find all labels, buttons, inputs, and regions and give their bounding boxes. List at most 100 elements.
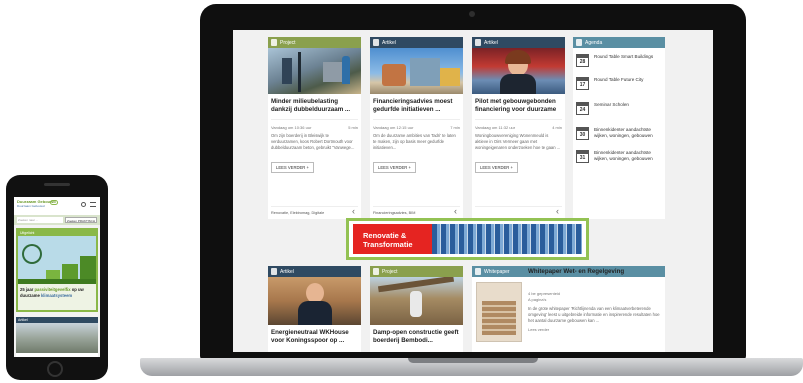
banner-ad[interactable]: Renovatie & Transformatie [353,224,582,254]
document-icon [271,39,277,46]
calendar-icon: 31 [576,150,589,163]
calendar-icon: 28 [576,54,589,67]
card-excerpt: Om de duurzame ambities van Tadri' te la… [373,133,456,150]
card-read-time: 4 min [552,125,562,130]
card-image[interactable] [370,48,463,94]
product-showcase: Project Minder milieubelasting dankzij d… [0,0,803,383]
document-icon [271,268,277,275]
article-card[interactable]: Project Minder milieubelasting dankzij d… [268,37,361,219]
article-card[interactable]: Artikel Financieringsadvies moest gedurf… [370,37,463,219]
agenda-item-title[interactable]: Round Table Future City [594,77,643,83]
agenda-item[interactable]: 28 Round Table Smart Buildings [573,50,665,73]
phone-article-card[interactable]: Artikel [16,317,98,357]
card-tags: Renovatie, Elektromag, Digitale [271,206,358,216]
card-title[interactable]: Minder milieubelasting dankzij dubbelduu… [268,94,361,116]
laptop-screen: Project Minder milieubelasting dankzij d… [233,30,713,352]
whitepaper-meta-2: A pagina's [528,296,547,302]
article-card[interactable]: Artikel Pilot met gebouwgebonden financi… [472,37,565,219]
promo-text-4: op [71,287,77,292]
card-meta: Vandaag om 12:15 uur 7 min [373,119,460,130]
calendar-icon: 30 [576,127,589,140]
card-type-label: Whitepaper [484,268,510,275]
card-date: Vandaag om 12:15 uur [373,125,414,130]
search-icon[interactable] [81,202,86,207]
card-image[interactable] [268,48,361,94]
renovation-banner[interactable]: Renovatie & Transformatie [346,218,589,260]
agenda-item-title[interactable]: Round Table Smart Buildings [594,54,653,60]
share-icon[interactable] [352,206,358,216]
calendar-icon [576,39,582,46]
document-icon [475,268,481,275]
smartphone: Duurzaam Gebouwd Duurzaam Gebouwd Zoeken… [6,175,108,380]
whitepaper-details: Whitepaper Wet- en Regelgeving 4 be gepr… [526,268,665,347]
whitepaper-cover[interactable] [476,282,522,342]
whitepaper-title[interactable]: Whitepaper Wet- en Regelgeving [528,268,661,275]
card-meta: Vandaag om 10:36 uur 5 min [271,119,358,130]
agenda-item[interactable]: 30 Binnenkidenter aandachtste wijken, wo… [573,121,665,146]
read-more-button[interactable]: LEES VERDER + [475,162,518,173]
search-input[interactable]: Zoeken naar ... [17,217,63,223]
card-title[interactable]: Pilot met gebouwgebonden financiering vo… [472,94,565,116]
promo-text-3: gevelfix [54,287,72,292]
share-icon[interactable] [556,206,562,216]
document-icon [373,268,379,275]
whitepaper-body: Whitepaper Wet- en Regelgeving 4 be gepr… [472,268,665,347]
tag-list[interactable]: Financieringsadvies, BIM [373,211,415,215]
cover-building-image [482,301,516,335]
menu-icon[interactable] [90,202,96,207]
card-type-header: Project [268,37,361,48]
promo-text-6: klimaatsysteem [39,292,73,298]
card-type-header: Artikel [370,37,463,48]
promo-text-1: 25 jaar [20,287,35,292]
featured-section[interactable]: Uitgelicht 25 jaar passiviteitgevelfix o… [16,228,98,312]
agenda-header: Agenda [573,37,665,48]
camera-icon [469,11,475,17]
agenda-item[interactable]: 31 Binnenkidenter aandachtste wijken, wo… [573,146,665,169]
card-type-label: Project [280,39,296,46]
article-card[interactable]: Project Damp-open constructie geeft boer… [370,266,463,352]
search-button[interactable]: Zoeken PRAKTISCH [64,217,97,223]
laptop-base-notch [408,358,538,363]
card-type-label: Artikel [382,39,396,46]
phone-search-bar: Zoeken naar ... Zoeken PRAKTISCH [14,215,100,225]
banner-line-1: Renovatie & [363,231,407,240]
phone-header: Duurzaam Gebouwd Duurzaam Gebouwd [14,197,100,215]
card-date: Vandaag om 11:32 uur [475,125,516,130]
card-title[interactable]: Energieneutraal WKHouse voor Koningsspoo… [268,325,361,347]
banner-building-image [432,224,582,254]
phone-speaker [44,183,70,186]
card-type-label: Artikel [484,39,498,46]
whitepaper-card[interactable]: Whitepaper Whitepaper Wet- en Regelgevin… [472,266,665,352]
home-button[interactable] [47,361,63,377]
card-date: Vandaag om 10:36 uur [271,125,312,130]
card-type-header: Project [370,266,463,277]
read-more-button[interactable]: LEES VERDER + [373,162,416,173]
agenda-item[interactable]: 24 Seminar Scholen [573,96,665,121]
agenda-item-title[interactable]: Binnenkidenter aandachtste wijken, wonin… [594,150,662,162]
agenda-item[interactable]: 17 Round Table Future City [573,73,665,96]
tag-list[interactable]: Renovatie, Elektromag, Digitale [271,211,324,215]
card-type-header: Artikel [268,266,361,277]
logo-badge-icon [50,200,58,205]
card-type-header: Artikel [472,37,565,48]
agenda-item-title[interactable]: Binnenkidenter aandachtste wijken, wonin… [594,127,662,139]
card-tags: Financieringsadvies, BIM [373,206,460,216]
agenda-item-title[interactable]: Seminar Scholen [594,102,629,108]
document-icon [475,39,481,46]
card-read-time: 5 min [348,125,358,130]
card-title[interactable]: Financieringsadvies moest gedurfde initi… [370,94,463,116]
promo-text: 25 jaar passiviteitgevelfix op uw duurza… [18,284,96,298]
card-title[interactable]: Damp-open constructie geeft boerderij Be… [370,325,463,347]
article-card[interactable]: Artikel Energieneutraal WKHouse voor Kon… [268,266,361,352]
read-more-button[interactable]: LEES VERDER + [271,162,314,173]
whitepaper-read-more[interactable]: Lees verder [528,327,661,333]
card-image[interactable] [370,277,463,325]
share-icon[interactable] [454,206,460,216]
calendar-icon: 24 [576,102,589,115]
laptop-lid: Project Minder milieubelasting dankzij d… [200,4,746,360]
card-image[interactable] [268,277,361,325]
card-image[interactable] [472,48,565,94]
card-image[interactable] [16,323,98,353]
calendar-icon: 17 [576,77,589,90]
banner-line-2: Transformatie [363,240,413,249]
